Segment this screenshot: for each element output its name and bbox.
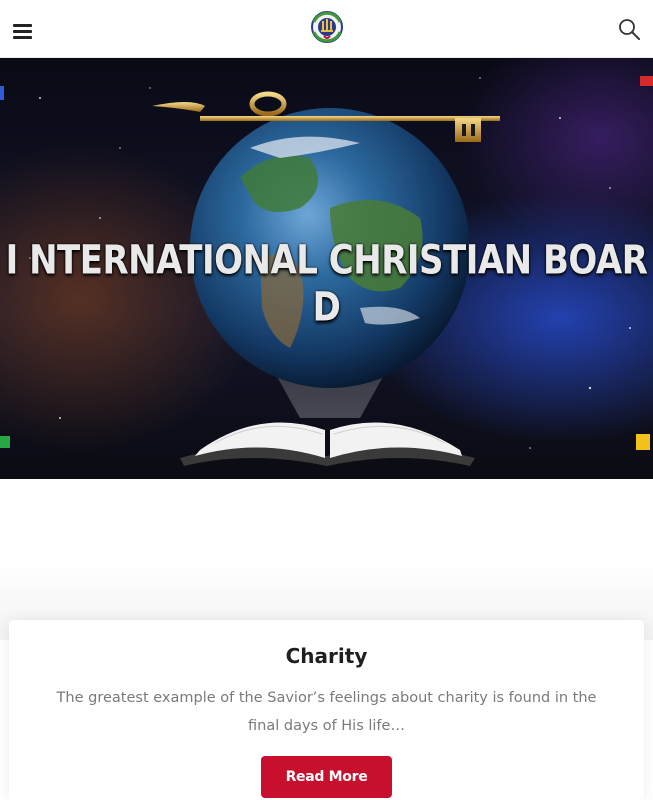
hero-banner[interactable]: I NTERNATIONAL CHRISTIAN BOAR D bbox=[0, 58, 653, 479]
read-more-button[interactable]: Read More bbox=[261, 756, 392, 798]
hero-title: I NTERNATIONAL CHRISTIAN BOAR D bbox=[5, 236, 648, 332]
organization-logo[interactable] bbox=[309, 10, 345, 44]
card-title[interactable]: Charity bbox=[9, 644, 644, 668]
card-excerpt: The greatest example of the Savior’s fee… bbox=[56, 690, 597, 734]
charity-card: Charity The greatest example of the Savi… bbox=[9, 620, 644, 800]
top-header bbox=[0, 0, 653, 58]
search-icon[interactable] bbox=[617, 17, 643, 43]
hamburger-menu-icon[interactable] bbox=[12, 21, 34, 41]
